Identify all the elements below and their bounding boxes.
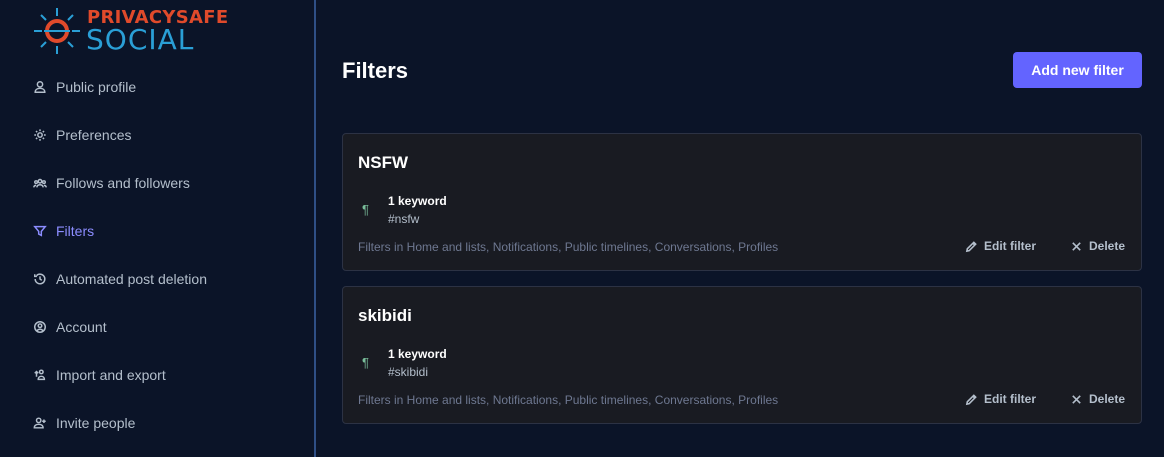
user-plus-icon	[32, 415, 48, 431]
sidebar-item-label: Filters	[56, 223, 95, 239]
import-export-icon	[32, 367, 48, 383]
users-icon	[32, 175, 48, 191]
sidebar-item-automated-post-deletion[interactable]: Automated post deletion	[0, 255, 314, 303]
sidebar-item-label: Import and export	[56, 367, 166, 383]
sidebar-divider	[314, 0, 316, 457]
filter-context: Filters in Home and lists, Notifications…	[358, 240, 779, 254]
keyword-list: #nsfw	[388, 212, 420, 226]
sun-logo-icon	[34, 8, 80, 54]
filter-context: Filters in Home and lists, Notifications…	[358, 393, 779, 407]
edit-filter-label: Edit filter	[984, 392, 1037, 406]
sidebar-item-label: Account	[56, 319, 107, 335]
pencil-icon	[965, 393, 977, 405]
sidebar-item-label: Public profile	[56, 79, 137, 95]
user-icon	[32, 79, 48, 95]
sidebar-item-follows[interactable]: Follows and followers	[0, 159, 314, 207]
sidebar-item-import-export[interactable]: Import and export	[0, 351, 314, 399]
delete-filter-button[interactable]: Delete	[1070, 239, 1125, 253]
sidebar-item-label: Preferences	[56, 127, 132, 143]
filter-title: NSFW	[358, 153, 409, 172]
edit-filter-label: Edit filter	[984, 239, 1037, 253]
keyword-count: 1 keyword	[388, 347, 447, 361]
delete-filter-button[interactable]: Delete	[1070, 392, 1125, 406]
sidebar-item-account[interactable]: Account	[0, 303, 314, 351]
sidebar-item-public-profile[interactable]: Public profile	[0, 63, 314, 111]
delete-filter-label: Delete	[1089, 392, 1126, 406]
sidebar: PRIVACYSAFE SOCIAL Public profile Prefer…	[0, 0, 314, 457]
close-icon	[1072, 241, 1081, 251]
edit-filter-button[interactable]: Edit filter	[965, 392, 1036, 406]
keyword-list: #skibidi	[388, 365, 429, 379]
settings-nav: Public profile Preferences Follows and f…	[0, 63, 314, 447]
add-new-filter-button[interactable]: Add new filter	[1013, 52, 1142, 88]
sidebar-item-label: Follows and followers	[56, 175, 190, 191]
filter-title: skibidi	[358, 306, 412, 325]
history-icon	[32, 271, 48, 287]
paragraph-icon: ¶	[362, 355, 369, 370]
brand-logo[interactable]: PRIVACYSAFE SOCIAL	[32, 4, 228, 56]
brand-name-bottom: SOCIAL	[86, 23, 195, 56]
filter-icon	[32, 223, 48, 239]
page-title: Filters	[342, 58, 409, 83]
pencil-icon	[965, 240, 977, 252]
sidebar-item-filters[interactable]: Filters	[0, 207, 314, 255]
sidebar-item-preferences[interactable]: Preferences	[0, 111, 314, 159]
edit-filter-button[interactable]: Edit filter	[965, 239, 1036, 253]
sidebar-item-label: Invite people	[56, 415, 136, 431]
gear-icon	[32, 127, 48, 143]
paragraph-icon: ¶	[362, 202, 369, 217]
account-circle-icon	[32, 319, 48, 335]
sidebar-item-invite-people[interactable]: Invite people	[0, 399, 314, 447]
filter-card: NSFW ¶ 1 keyword #nsfw Filters in Home a…	[342, 133, 1142, 271]
filter-card: skibidi ¶ 1 keyword #skibidi Filters in …	[342, 286, 1142, 424]
sidebar-item-label: Automated post deletion	[56, 271, 207, 287]
close-icon	[1072, 394, 1081, 404]
keyword-count: 1 keyword	[388, 194, 447, 208]
delete-filter-label: Delete	[1089, 239, 1126, 253]
